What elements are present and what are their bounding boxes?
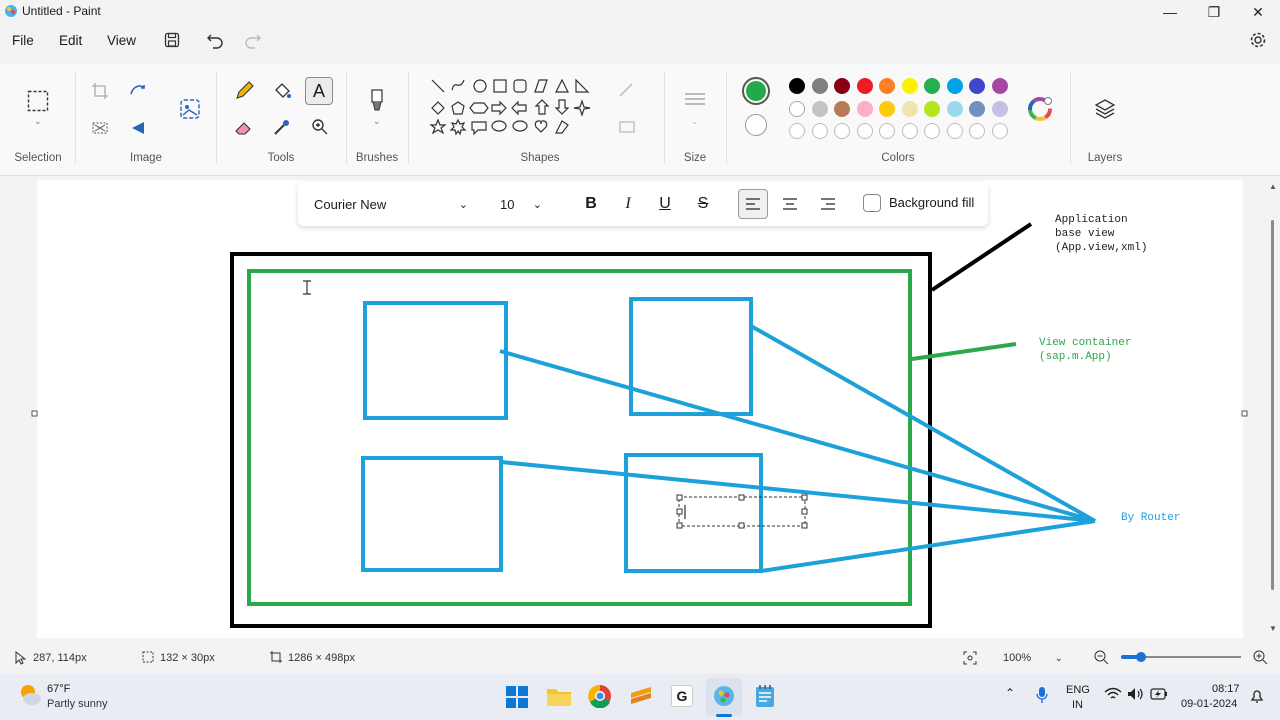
text-cursor-icon <box>303 280 311 295</box>
scrollbar-thumb[interactable] <box>1271 220 1274 590</box>
font-size-dropdown[interactable]: 10 ⌄ <box>492 189 552 219</box>
sublime-text-icon[interactable] <box>629 686 653 706</box>
italic-button[interactable]: I <box>613 190 643 218</box>
align-left-button[interactable] <box>738 189 768 219</box>
align-right-icon <box>821 198 835 210</box>
chevron-down-icon: ⌄ <box>1054 652 1063 664</box>
wifi-icon[interactable] <box>1104 687 1122 701</box>
view-box-bottom-left <box>361 456 503 572</box>
router-line-1 <box>499 349 1096 523</box>
canvas-size: 1286 × 498px <box>288 652 355 664</box>
bold-button[interactable]: B <box>576 190 606 218</box>
view-box-top-right <box>629 297 753 416</box>
selection-size: 132 × 30px <box>160 652 215 664</box>
input-language[interactable]: ENG <box>1066 684 1090 696</box>
weather-description: Partly sunny <box>47 698 108 710</box>
container-pointer-line <box>911 342 1017 361</box>
clock-date[interactable]: 09-01-2024 <box>1181 698 1237 710</box>
zoom-in-icon[interactable] <box>1253 650 1269 666</box>
cursor-position: 287, 114px <box>33 652 87 664</box>
annotation-application-line1: Application <box>1055 214 1128 226</box>
paint-taskbar-icon <box>714 686 734 706</box>
taskbar: 67°F Partly sunny G ⌃ ENG IN 08:17 09-01… <box>0 674 1280 720</box>
input-region[interactable]: IN <box>1072 699 1083 711</box>
show-hidden-icons-chevron-icon[interactable]: ⌃ <box>1005 686 1015 700</box>
view-box-bottom-right <box>624 453 763 573</box>
chevron-down-icon: ⌄ <box>532 198 542 211</box>
clock-time[interactable]: 08:17 <box>1212 683 1240 695</box>
align-right-button[interactable] <box>813 190 843 218</box>
microphone-icon[interactable] <box>1035 686 1049 704</box>
annotation-container-line2: (sap.m.App) <box>1039 351 1112 363</box>
annotation-container-line1: View container <box>1039 337 1132 349</box>
font-size-value: 10 <box>500 196 515 212</box>
background-fill-label: Background fill <box>889 195 975 210</box>
text-box-selection <box>678 496 806 527</box>
align-center-icon <box>783 198 797 210</box>
app-pointer-line <box>930 222 1033 292</box>
annotation-view-container: View container (sap.m.App) <box>1039 336 1131 364</box>
annotation-by-router: By Router <box>1121 512 1181 524</box>
align-left-icon <box>746 198 760 210</box>
file-explorer-icon[interactable] <box>546 685 572 707</box>
fit-to-window-icon[interactable] <box>963 651 977 665</box>
speaker-volume-icon[interactable] <box>1127 687 1145 701</box>
view-container-rectangle <box>247 269 912 606</box>
chevron-down-icon: ⌄ <box>458 198 468 211</box>
zoom-value: 100% <box>1003 652 1032 664</box>
active-app-indicator <box>716 714 732 717</box>
battery-charging-icon[interactable] <box>1150 688 1168 700</box>
selection-size-icon <box>142 651 154 663</box>
underline-button[interactable]: U <box>650 190 680 218</box>
weather-temperature: 67°F <box>47 683 71 695</box>
app-base-view-rectangle <box>230 252 932 628</box>
align-center-button[interactable] <box>775 190 805 218</box>
vertical-scrollbar[interactable]: ▲ ▼ <box>1266 180 1280 638</box>
scroll-down-arrow-icon[interactable]: ▼ <box>1269 624 1277 633</box>
canvas-size-icon <box>270 651 282 663</box>
zoom-dropdown[interactable]: 100% ⌄ <box>995 647 1073 669</box>
annotation-application: Application base view (App.view,xml) <box>1055 213 1147 255</box>
g-app-icon[interactable]: G <box>671 685 693 707</box>
background-fill-checkbox[interactable] <box>863 194 881 212</box>
text-formatting-toolbar: Courier New ⌄ 10 ⌄ B I U S Background fi… <box>298 182 988 226</box>
font-family-dropdown[interactable]: Courier New ⌄ <box>306 189 478 219</box>
strikethrough-button[interactable]: S <box>688 190 718 218</box>
annotation-application-line3: (App.view,xml) <box>1055 242 1148 254</box>
status-bar: 287, 114px 132 × 30px 1286 × 498px 100% … <box>0 642 1280 674</box>
view-box-top-left <box>363 301 508 420</box>
chrome-icon[interactable] <box>588 684 612 708</box>
notepad-icon[interactable] <box>754 684 776 708</box>
notification-bell-icon[interactable] <box>1249 688 1265 704</box>
weather-partly-sunny-icon[interactable] <box>16 682 42 708</box>
canvas-resize-handle-right <box>1241 410 1248 417</box>
zoom-slider-thumb[interactable] <box>1136 652 1146 662</box>
windows-start-icon[interactable] <box>505 685 529 709</box>
zoom-out-icon[interactable] <box>1094 650 1110 666</box>
font-family-value: Courier New <box>314 196 387 212</box>
scroll-up-arrow-icon[interactable]: ▲ <box>1269 182 1277 191</box>
canvas-resize-handle-left <box>31 410 38 417</box>
annotation-application-line2: base view <box>1055 228 1115 240</box>
cursor-pointer-icon <box>15 651 26 665</box>
